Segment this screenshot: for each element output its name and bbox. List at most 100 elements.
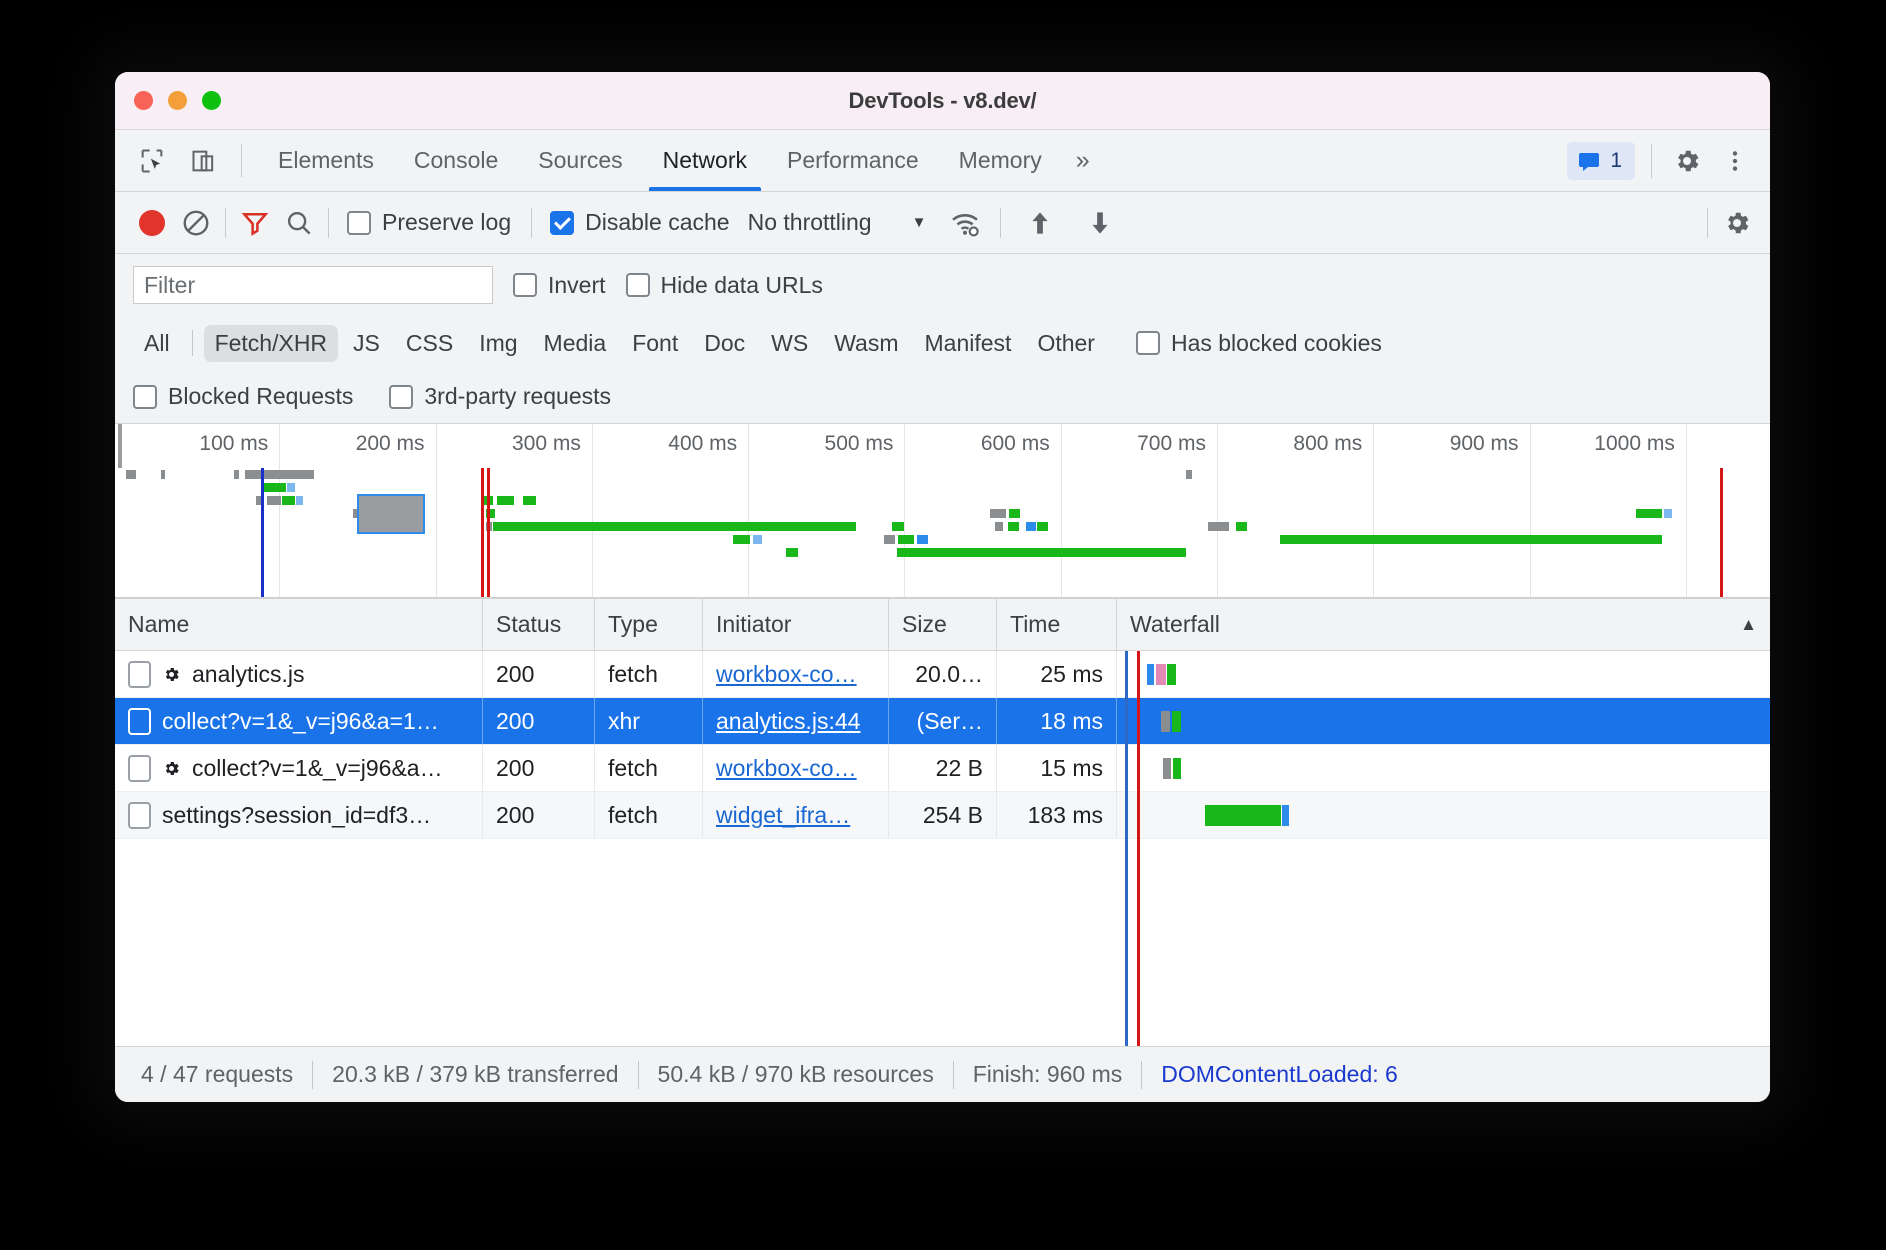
type-filter-font[interactable]: Font	[621, 325, 689, 362]
blocked-requests-checkbox[interactable]: Blocked Requests	[133, 383, 353, 410]
type-filter-css[interactable]: CSS	[395, 325, 464, 362]
type-filter-ws[interactable]: WS	[760, 325, 819, 362]
tab-memory[interactable]: Memory	[939, 130, 1062, 191]
time-value: 18 ms	[1040, 708, 1103, 735]
table-row[interactable]: collect?v=1&_v=j96&a…200fetchworkbox-co……	[115, 745, 1770, 792]
toolbar-divider	[1651, 144, 1652, 178]
waterfall-bar	[1156, 664, 1166, 685]
overview-event-line-domcontentloaded	[261, 468, 264, 597]
overview-request-bar	[1037, 522, 1048, 531]
cell-name[interactable]: analytics.js	[115, 651, 483, 697]
overview-request-bar	[884, 535, 895, 544]
invert-checkbox[interactable]: Invert	[513, 272, 606, 299]
type-filter-img[interactable]: Img	[468, 325, 528, 362]
column-header-size[interactable]: Size	[889, 599, 997, 650]
tab-console[interactable]: Console	[394, 130, 518, 191]
overview-tick-label: 1000 ms	[1594, 432, 1686, 456]
cell-initiator[interactable]: analytics.js:44	[703, 698, 889, 744]
column-header-status[interactable]: Status	[483, 599, 595, 650]
hide-data-urls-box[interactable]	[626, 273, 650, 297]
cell-name[interactable]: collect?v=1&_v=j96&a…	[115, 745, 483, 791]
cell-waterfall[interactable]	[1117, 792, 1770, 838]
has-blocked-cookies-box[interactable]	[1136, 331, 1160, 355]
wifi-settings-icon[interactable]	[946, 204, 984, 242]
device-toolbar-icon[interactable]	[185, 142, 223, 180]
cell-waterfall[interactable]	[1117, 745, 1770, 791]
message-count-badge[interactable]: 1	[1567, 142, 1635, 180]
network-overview-timeline[interactable]: 100 ms200 ms300 ms400 ms500 ms600 ms700 …	[115, 424, 1770, 599]
search-icon[interactable]	[280, 204, 318, 242]
waterfall-event-line	[1137, 651, 1140, 1046]
filter-funnel-icon[interactable]	[236, 204, 274, 242]
table-row[interactable]: settings?session_id=df3…200fetchwidget_i…	[115, 792, 1770, 839]
cell-waterfall[interactable]	[1117, 698, 1770, 744]
hide-data-urls-checkbox[interactable]: Hide data URLs	[626, 272, 823, 299]
preserve-log-checkbox[interactable]: Preserve log	[347, 209, 511, 236]
invert-box[interactable]	[513, 273, 537, 297]
throttling-dropdown[interactable]: No throttling ▼	[748, 209, 927, 236]
disable-cache-checkbox[interactable]: Disable cache	[550, 209, 729, 236]
status-code: 200	[496, 708, 534, 735]
initiator-link[interactable]: workbox-co…	[716, 661, 857, 688]
cell-status: 200	[483, 792, 595, 838]
row-checkbox[interactable]	[128, 755, 151, 782]
column-header-time[interactable]: Time	[997, 599, 1117, 650]
disable-cache-box[interactable]	[550, 211, 574, 235]
row-checkbox[interactable]	[128, 802, 151, 829]
type-filter-js[interactable]: JS	[342, 325, 391, 362]
type-filter-all[interactable]: All	[133, 325, 181, 362]
network-settings-gear-icon[interactable]	[1718, 204, 1756, 242]
blocked-requests-box[interactable]	[133, 385, 157, 409]
row-checkbox[interactable]	[128, 661, 151, 688]
overview-selection-window[interactable]	[357, 494, 424, 534]
filter-input[interactable]: Filter	[133, 266, 493, 304]
cell-initiator[interactable]: workbox-co…	[703, 651, 889, 697]
type-filter-doc[interactable]: Doc	[693, 325, 756, 362]
type-filter-manifest[interactable]: Manifest	[914, 325, 1023, 362]
more-tabs-icon[interactable]: »	[1062, 130, 1104, 191]
initiator-link[interactable]: analytics.js:44	[716, 708, 860, 735]
cell-initiator[interactable]: widget_ifra…	[703, 792, 889, 838]
cell-initiator[interactable]: workbox-co…	[703, 745, 889, 791]
upload-arrow-icon[interactable]	[1021, 204, 1059, 242]
tab-elements[interactable]: Elements	[258, 130, 394, 191]
column-header-name[interactable]: Name	[115, 599, 483, 650]
kebab-menu-icon[interactable]	[1716, 142, 1754, 180]
request-name: analytics.js	[192, 661, 304, 688]
initiator-link[interactable]: workbox-co…	[716, 755, 857, 782]
preserve-log-box[interactable]	[347, 211, 371, 235]
record-button-icon[interactable]	[133, 204, 171, 242]
tab-network[interactable]: Network	[643, 130, 767, 191]
inspect-element-icon[interactable]	[133, 142, 171, 180]
table-row[interactable]: collect?v=1&_v=j96&a=1…200xhranalytics.j…	[115, 698, 1770, 745]
third-party-requests-checkbox[interactable]: 3rd-party requests	[389, 383, 611, 410]
cell-name[interactable]: settings?session_id=df3…	[115, 792, 483, 838]
initiator-link[interactable]: widget_ifra…	[716, 802, 850, 829]
status-transferred: 20.3 kB / 379 kB transferred	[313, 1061, 637, 1088]
type-filter-fetch-xhr[interactable]: Fetch/XHR	[204, 325, 338, 362]
overview-selection-fill	[359, 496, 422, 532]
waterfall-bar	[1163, 758, 1171, 779]
overview-request-bar	[897, 548, 1186, 557]
type-filter-other[interactable]: Other	[1026, 325, 1106, 362]
column-header-waterfall[interactable]: Waterfall ▲	[1117, 599, 1770, 650]
cell-waterfall[interactable]	[1117, 651, 1770, 697]
download-arrow-icon[interactable]	[1081, 204, 1119, 242]
type-filter-media[interactable]: Media	[533, 325, 618, 362]
cell-time: 183 ms	[997, 792, 1117, 838]
column-header-initiator[interactable]: Initiator	[703, 599, 889, 650]
type-filter-divider	[192, 330, 193, 356]
clear-icon[interactable]	[177, 204, 215, 242]
tab-sources[interactable]: Sources	[518, 130, 642, 191]
row-checkbox[interactable]	[128, 708, 151, 735]
has-blocked-cookies-checkbox[interactable]: Has blocked cookies	[1136, 330, 1382, 357]
type-filter-wasm[interactable]: Wasm	[823, 325, 909, 362]
cell-name[interactable]: collect?v=1&_v=j96&a=1…	[115, 698, 483, 744]
resource-type-filters: All Fetch/XHR JS CSS Img Media Font Doc …	[115, 316, 1770, 370]
gear-icon[interactable]	[1668, 142, 1706, 180]
tab-performance[interactable]: Performance	[767, 130, 939, 191]
column-header-type[interactable]: Type	[595, 599, 703, 650]
third-party-requests-box[interactable]	[389, 385, 413, 409]
overview-tick-label: 400 ms	[668, 432, 748, 456]
table-row[interactable]: analytics.js200fetchworkbox-co…20.0…25 m…	[115, 651, 1770, 698]
